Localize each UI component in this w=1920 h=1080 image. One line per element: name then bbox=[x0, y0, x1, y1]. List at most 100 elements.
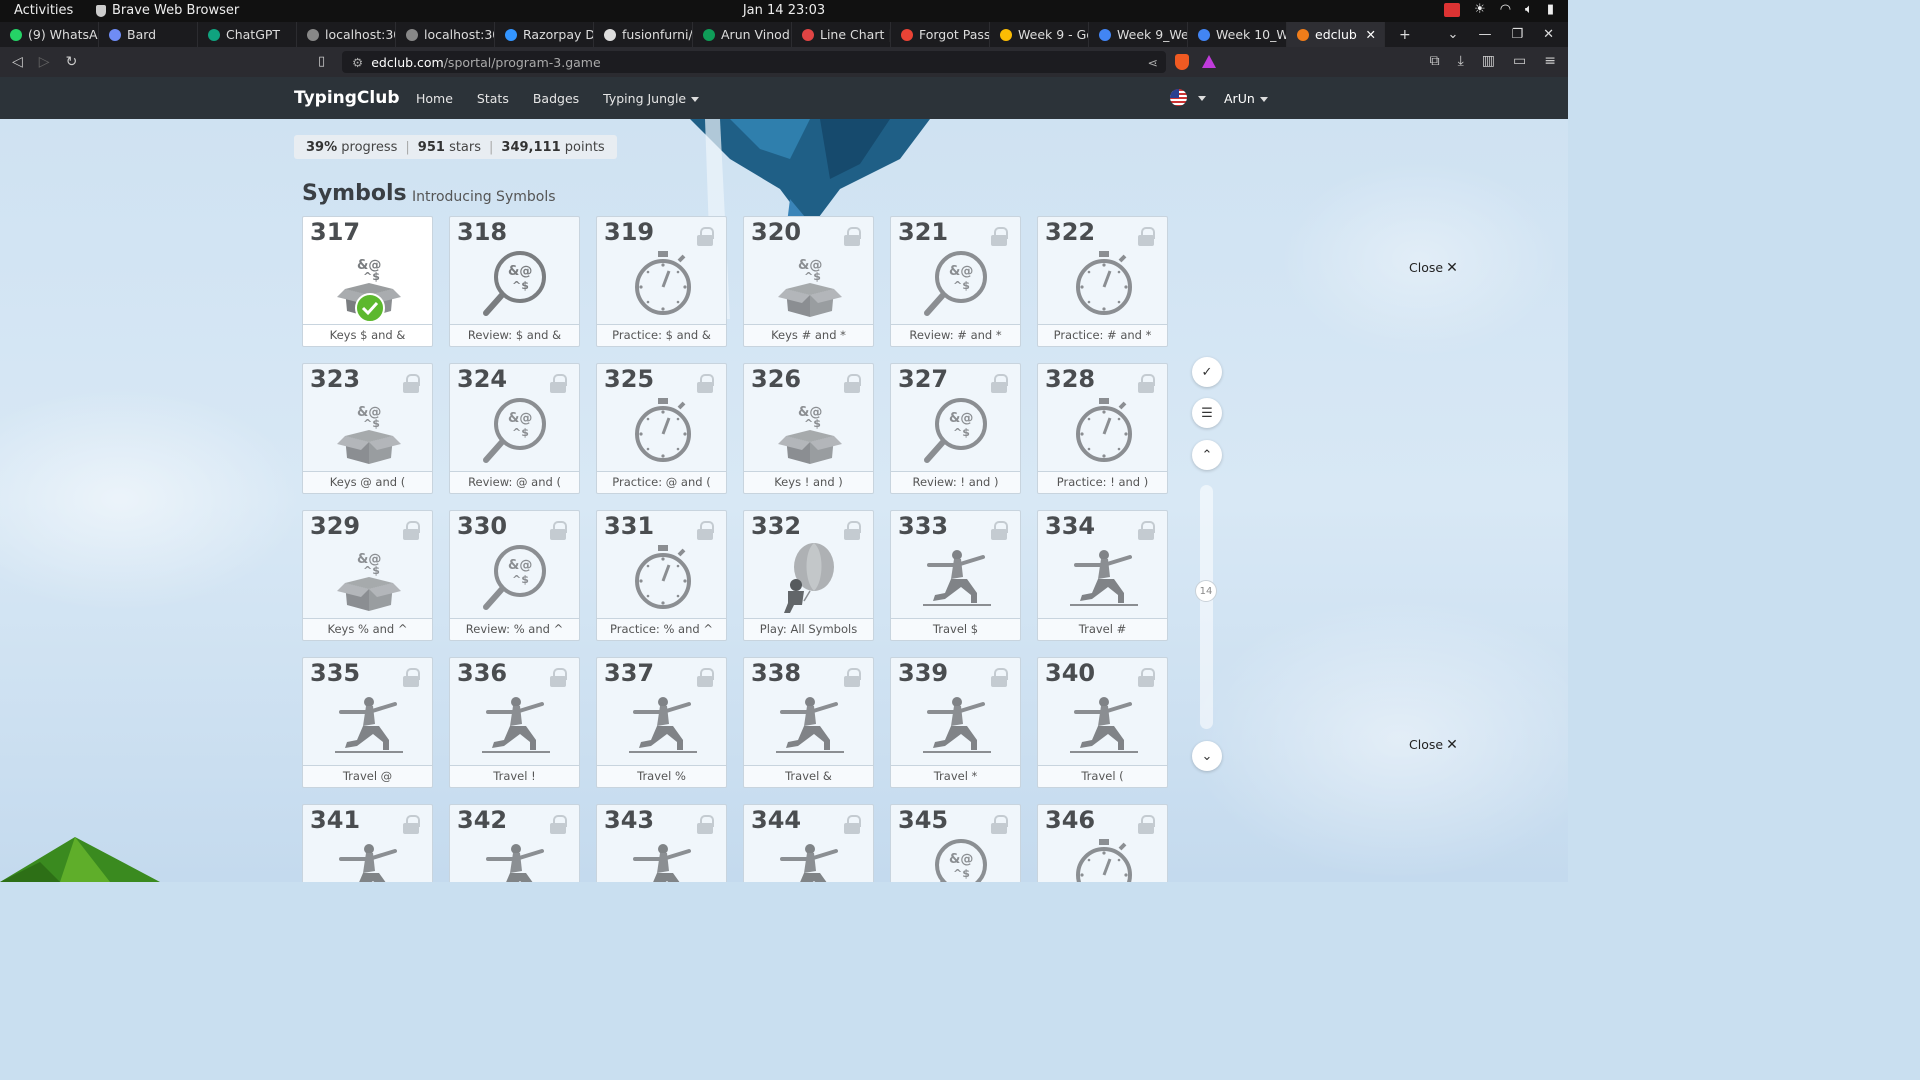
stopwatch-icon bbox=[1076, 251, 1132, 315]
svg-text:^$: ^$ bbox=[953, 867, 970, 880]
site-brand[interactable]: TypingClub bbox=[294, 88, 400, 108]
page-scroll-handle[interactable]: 14 bbox=[1195, 580, 1217, 602]
bookmark-icon[interactable]: ▯ bbox=[318, 54, 325, 69]
share-icon[interactable]: ⋖ bbox=[1148, 55, 1158, 70]
hill-background bbox=[0, 837, 160, 882]
reload-icon[interactable]: ↻ bbox=[66, 54, 78, 70]
lesson-card[interactable]: 324 &@ ^$ Review: @ and ( bbox=[449, 363, 580, 494]
lesson-card[interactable]: 342 bbox=[449, 804, 580, 882]
lesson-card[interactable]: 341 bbox=[302, 804, 433, 882]
chevron-down-icon: ⌄ bbox=[1201, 748, 1213, 764]
page-scroll-track[interactable] bbox=[1200, 485, 1213, 729]
browser-tab[interactable]: Razorpay Da bbox=[495, 22, 594, 47]
lesson-card[interactable]: 343 bbox=[596, 804, 727, 882]
user-name: ArUn bbox=[1224, 91, 1255, 106]
browser-tab[interactable]: localhost:30 bbox=[297, 22, 396, 47]
lesson-card[interactable]: 329 &@ ^$ Keys % and ^ bbox=[302, 510, 433, 641]
forward-icon[interactable]: ▷ bbox=[39, 54, 50, 70]
lesson-card[interactable]: 336 Travel ! bbox=[449, 657, 580, 788]
browser-tab[interactable]: Forgot Pass bbox=[891, 22, 990, 47]
razorpay-icon bbox=[505, 28, 517, 41]
lesson-card[interactable]: 318 &@ ^$ Review: $ and & bbox=[449, 216, 580, 347]
restore-icon[interactable]: ❐ bbox=[1511, 27, 1523, 42]
lock-icon bbox=[550, 668, 567, 687]
close-window-icon[interactable]: ✕ bbox=[1543, 27, 1554, 42]
brave-rewards-icon[interactable] bbox=[1202, 55, 1216, 68]
nav-home[interactable]: Home bbox=[416, 91, 453, 106]
close-link[interactable]: Close ✕ bbox=[1409, 737, 1458, 753]
browser-tab[interactable]: Week 10_W bbox=[1188, 22, 1287, 47]
system-tray[interactable]: ☀ ◠ 🔈︎ ▮ bbox=[1444, 2, 1554, 17]
new-tab-icon[interactable]: + bbox=[1399, 27, 1411, 43]
us-flag-icon[interactable] bbox=[1170, 89, 1187, 106]
user-menu[interactable]: ArUn bbox=[1224, 91, 1268, 106]
lesson-card[interactable]: 332 Play: All Symbols bbox=[743, 510, 874, 641]
extensions-icon[interactable]: ⧉ bbox=[1430, 53, 1440, 69]
lesson-card[interactable]: 344 bbox=[743, 804, 874, 882]
lock-icon bbox=[991, 227, 1008, 246]
lesson-card[interactable]: 323 &@ ^$ Keys @ and ( bbox=[302, 363, 433, 494]
points-value: 349,111 bbox=[501, 139, 561, 155]
address-bar[interactable]: ⚙ edclub.com/sportal/program-3.game ⋖ bbox=[342, 51, 1166, 73]
minimize-icon[interactable]: — bbox=[1478, 27, 1491, 42]
lesson-card[interactable]: 321 &@ ^$ Review: # and * bbox=[890, 216, 1021, 347]
downloads-icon[interactable]: ⤓ bbox=[1458, 53, 1464, 69]
lesson-card[interactable]: 320 &@ ^$ Keys # and * bbox=[743, 216, 874, 347]
lesson-card[interactable]: 319 Practice: $ and & bbox=[596, 216, 727, 347]
lesson-number: 346 bbox=[1045, 806, 1096, 834]
browser-tab[interactable]: localhost:30 bbox=[396, 22, 495, 47]
lesson-card[interactable]: 330 &@ ^$ Review: % and ^ bbox=[449, 510, 580, 641]
wallet-icon[interactable]: ▭ bbox=[1513, 53, 1526, 69]
browser-tab[interactable]: Line Chart | bbox=[792, 22, 891, 47]
clock[interactable]: Jan 14 23:03 bbox=[0, 3, 1568, 18]
menu-icon[interactable]: ≡ bbox=[1544, 53, 1556, 69]
lesson-card[interactable]: 333 Travel $ bbox=[890, 510, 1021, 641]
lunge-figure-icon bbox=[339, 844, 397, 882]
lesson-label: Practice: # and * bbox=[1038, 324, 1167, 346]
scroll-down-button[interactable]: ⌄ bbox=[1192, 741, 1222, 771]
lesson-card[interactable]: 325 Practice: @ and ( bbox=[596, 363, 727, 494]
tab-list-icon[interactable]: ⌄ bbox=[1448, 27, 1459, 42]
nav-badges[interactable]: Badges bbox=[533, 91, 579, 106]
nav-typing-jungle[interactable]: Typing Jungle bbox=[603, 91, 700, 106]
lesson-card[interactable]: 334 Travel # bbox=[1037, 510, 1168, 641]
lesson-card[interactable]: 337 Travel % bbox=[596, 657, 727, 788]
lock-icon bbox=[403, 815, 420, 834]
lesson-card[interactable]: 345 &@ ^$ bbox=[890, 804, 1021, 882]
browser-tab[interactable]: (9) WhatsAp bbox=[0, 22, 99, 47]
browser-tab[interactable]: ChatGPT bbox=[198, 22, 297, 47]
section-title: Symbols bbox=[302, 181, 407, 206]
lesson-card[interactable]: 326 &@ ^$ Keys ! and ) bbox=[743, 363, 874, 494]
svg-text:^$: ^$ bbox=[953, 426, 970, 439]
lesson-card[interactable]: 335 Travel @ bbox=[302, 657, 433, 788]
brave-shields-icon[interactable] bbox=[1175, 54, 1189, 70]
browser-tab[interactable]: Week 9_We bbox=[1089, 22, 1188, 47]
chevron-down-icon[interactable] bbox=[1198, 96, 1206, 101]
lesson-card[interactable]: 339 Travel * bbox=[890, 657, 1021, 788]
browser-tab[interactable]: Arun Vinod bbox=[693, 22, 792, 47]
close-tab-icon[interactable]: ✕ bbox=[1366, 27, 1376, 42]
back-icon[interactable]: ◁ bbox=[12, 54, 23, 70]
menu-button[interactable]: ☰ bbox=[1192, 398, 1222, 428]
close-link[interactable]: Close ✕ bbox=[1409, 260, 1458, 276]
lesson-card[interactable]: 346 bbox=[1037, 804, 1168, 882]
browser-tab-active[interactable]: edclub ✕ bbox=[1287, 22, 1385, 47]
svg-text:&@: &@ bbox=[508, 558, 532, 573]
lesson-card[interactable]: 322 Practice: # and * bbox=[1037, 216, 1168, 347]
browser-tab[interactable]: Week 9 - Go bbox=[990, 22, 1089, 47]
lock-icon bbox=[697, 668, 714, 687]
browser-tab[interactable]: Bard bbox=[99, 22, 198, 47]
lesson-card[interactable]: 328 Practice: ! and ) bbox=[1037, 363, 1168, 494]
check-progress-button[interactable]: ✓ bbox=[1192, 357, 1222, 387]
nav-stats[interactable]: Stats bbox=[477, 91, 509, 106]
lesson-card[interactable]: 338 Travel & bbox=[743, 657, 874, 788]
site-info-icon[interactable]: ⚙ bbox=[352, 55, 363, 70]
lesson-card[interactable]: 331 Practice: % and ^ bbox=[596, 510, 727, 641]
scroll-up-button[interactable]: ⌃ bbox=[1192, 440, 1222, 470]
lesson-card[interactable]: 327 &@ ^$ Review: ! and ) bbox=[890, 363, 1021, 494]
screen-record-icon[interactable] bbox=[1444, 2, 1461, 17]
lesson-card[interactable]: 340 Travel ( bbox=[1037, 657, 1168, 788]
browser-tab[interactable]: fusionfurni/ bbox=[594, 22, 693, 47]
lesson-card[interactable]: 317 &@ ^$ Keys $ and & bbox=[302, 216, 433, 347]
sidebar-icon[interactable]: ▥ bbox=[1482, 53, 1495, 69]
